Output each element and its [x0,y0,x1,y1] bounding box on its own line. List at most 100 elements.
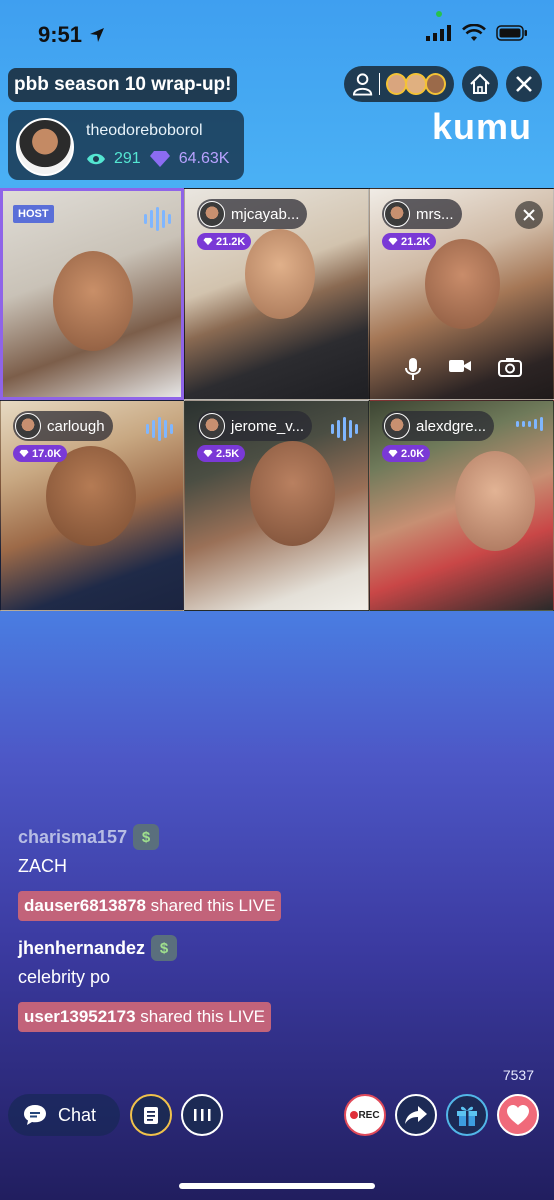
diamond-value: 2.0K [401,447,425,460]
diamond-badge: 2.0K [382,445,431,462]
person-icon [352,73,373,96]
participant-video [455,451,535,551]
eye-icon [87,153,105,165]
chat-username: charisma157 [18,826,128,847]
participant-avatar [199,201,225,227]
home-button[interactable] [462,66,498,102]
top-viewer-avatar [405,73,427,95]
share-arrow-icon [405,1106,427,1124]
participant-chip[interactable]: carlough [13,411,113,441]
viewer-count: 291 [114,150,141,167]
share-button[interactable] [395,1094,437,1136]
chat-user[interactable]: jhenhernandez $ [18,935,348,961]
battery-icon [496,25,527,41]
diamond-icon [388,237,398,246]
shared-notice: user13952173 shared this LIVE [18,1002,272,1032]
home-icon [470,73,490,94]
shared-text: shared this LIVE [140,1007,266,1026]
audio-level-icon [144,207,171,231]
like-button[interactable] [497,1094,539,1136]
diamond-value: 21.2K [401,235,431,248]
record-dot-icon [350,1111,359,1119]
diamond-badge: 21.2K [382,233,437,250]
participant-video [245,229,315,319]
participant-chip[interactable]: mjcayab... [197,199,308,229]
participant-avatar [384,413,410,439]
diamond-value: 21.2K [216,235,246,248]
diamond-badge: 21.2K [197,233,252,250]
participant-username: carlough [47,417,105,435]
chat-button[interactable]: Chat [8,1094,120,1136]
top-right-controls [344,66,542,102]
status-bar: 9:51 [0,0,554,64]
gift-button[interactable] [446,1094,488,1136]
diamond-icon [388,449,398,458]
participant-video [250,441,335,546]
host-avatar[interactable] [16,118,74,176]
viewer-list-button[interactable] [344,66,454,102]
video-tile[interactable]: mrs... 21.2K [369,188,554,400]
chat-message: jhenhernandez $ celebrity po [18,935,348,988]
audio-level-icon [146,417,173,441]
chat-bubble-icon [24,1105,46,1125]
diamond-value: 2.5K [216,447,240,460]
more-icon [194,1109,211,1121]
participant-username: jerome_v... [231,417,305,435]
switch-camera-icon[interactable] [498,357,522,377]
more-options-button[interactable] [181,1094,223,1136]
video-tile[interactable]: alexdgre... 2.0K [369,400,554,611]
host-profile-card[interactable]: theodoreboborol 291 64.63K [8,110,244,180]
shared-text: shared this LIVE [150,896,276,915]
camera-indicator-dot [436,11,442,17]
script-button[interactable] [130,1094,172,1136]
video-camera-icon[interactable] [448,357,472,375]
microphone-icon[interactable] [404,357,422,381]
participant-chip[interactable]: alexdgre... [382,411,495,441]
video-grid: HOST mjcayab... 21.2K mrs... 21.2K carlo… [0,188,554,611]
guest-controls [404,357,522,381]
audio-level-icon [331,417,358,441]
host-username: theodoreboborol [86,122,203,139]
diamond-icon [149,151,170,167]
time-text: 9:51 [38,22,83,47]
chat-username: jhenhernandez [18,937,146,958]
video-tile[interactable]: carlough 17.0K [0,400,184,611]
heart-icon [507,1105,529,1125]
video-tile[interactable]: jerome_v... 2.5K [184,400,369,611]
location-arrow-icon [90,28,105,42]
participant-username: mrs... [416,205,454,223]
host-tag: HOST [13,205,54,223]
room-title: pbb season 10 wrap-up! [8,68,238,102]
kumu-logo: kumu [431,106,532,147]
wifi-icon [462,24,486,41]
bottom-action-bar: Chat REC [8,1094,548,1138]
gift-icon [457,1106,477,1126]
signal-icon [426,25,451,41]
close-button[interactable] [506,66,542,102]
chat-username: dauser6813878 [24,896,146,915]
top-viewer-avatar [424,73,446,95]
divider [379,73,381,95]
chat-username: user13952173 [24,1007,136,1026]
remove-guest-button[interactable] [515,201,543,229]
diamond-badge: 17.0K [13,445,68,462]
video-tile-host[interactable]: HOST [0,188,184,400]
scroll-icon [144,1107,158,1124]
chat-text: celebrity po [18,967,111,987]
participant-avatar [199,413,225,439]
top-viewer-avatar [386,73,408,95]
video-tile[interactable]: mjcayab... 21.2K [184,188,369,400]
status-time: 9:51 [38,22,106,48]
participant-chip[interactable]: mrs... [382,199,462,229]
chat-message: charisma157 $ ZACH [18,824,348,877]
chat-user[interactable]: charisma157 $ [18,824,348,850]
diamond-icon [203,237,213,246]
record-button[interactable]: REC [344,1094,386,1136]
status-icons [426,24,528,42]
host-stats: 291 64.63K [86,150,229,168]
participant-avatar [15,413,41,439]
home-indicator[interactable] [179,1183,375,1189]
participant-username: alexdgre... [416,417,487,435]
participant-chip[interactable]: jerome_v... [197,411,313,441]
record-label: REC [358,1109,380,1121]
